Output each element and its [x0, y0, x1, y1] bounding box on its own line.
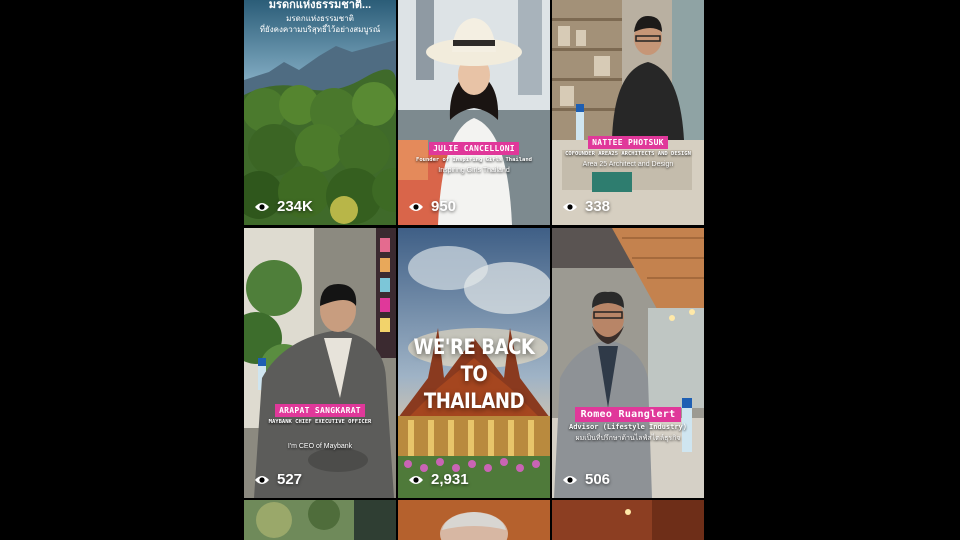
video-tile-temple[interactable]: WE'RE BACK TO THAILAND 2,931 — [398, 228, 550, 498]
person-role: Founder of Inspiring Girls Thailand — [416, 157, 532, 163]
thai-title-line2: ที่ยังคงความบริสุทธิ์ไว้อย่างสมบูรณ์ — [259, 25, 381, 34]
thai-title-top: มรดกแห่งธรรมชาติ... — [268, 0, 372, 11]
person-role: MAYBANK CHIEF EXECUTIVE OFFICER — [268, 419, 372, 425]
headline: WE'RE BACK TO THAILAND — [409, 334, 540, 415]
video-grid: มรดกแห่งธรรมชาติ... มรดกแห่งธรรมชาติ ที่… — [244, 0, 704, 540]
headline-line1: WE'RE BACK — [413, 335, 535, 359]
thai-title-line1: มรดกแห่งธรรมชาติ — [286, 14, 354, 23]
romeo-thumbnail — [552, 228, 704, 498]
arapat-thumbnail — [244, 228, 396, 498]
eye-icon — [409, 475, 423, 484]
partial-thumbnail — [552, 500, 704, 540]
subtitle: I'm CEO of Maybank — [287, 443, 353, 450]
eye-icon — [563, 475, 577, 484]
person-name: JULIE CANCELLONI — [429, 142, 519, 155]
view-count: 527 — [254, 471, 302, 488]
nattee-thumbnail — [552, 0, 704, 225]
video-tile-nattee[interactable]: NATTEE PHOTSUK COFOUNDER AREA25 ARCHITEC… — [552, 0, 704, 225]
view-count-value: 506 — [585, 471, 611, 488]
view-count-value: 950 — [431, 198, 457, 215]
julie-thumbnail — [398, 0, 550, 225]
video-tile-romeo[interactable]: Romeo Ruanglert Advisor (Lifestyle Indus… — [552, 228, 704, 498]
partial-thumbnail — [244, 500, 396, 540]
thai-caption: มรดกแห่งธรรมชาติ... มรดกแห่งธรรมชาติ ที่… — [244, 0, 396, 35]
person-name: NATTEE PHOTSUK — [588, 136, 668, 149]
video-tile-julie[interactable]: JULIE CANCELLONI Founder of Inspiring Gi… — [398, 0, 550, 225]
eye-icon — [255, 202, 269, 211]
video-tile-partial-3[interactable] — [552, 500, 704, 540]
view-count-value: 338 — [585, 198, 611, 215]
view-count: 234K — [254, 198, 313, 215]
headline-line2: TO THAILAND — [423, 362, 525, 413]
video-tile-partial-1[interactable] — [244, 500, 396, 540]
person-name: ARAPAT SANGKARAT — [275, 404, 365, 417]
subtitle: Inspiring Girls Thailand — [438, 167, 510, 174]
name-tag: JULIE CANCELLONI Founder of Inspiring Gi… — [398, 138, 550, 174]
view-count-value: 234K — [277, 198, 313, 215]
subtitle: Area 25 Architect and Design — [582, 161, 674, 168]
name-tag: NATTEE PHOTSUK COFOUNDER AREA25 ARCHITEC… — [552, 132, 704, 168]
eye-icon — [409, 202, 423, 211]
view-count: 506 — [562, 471, 610, 488]
person-role: Advisor (Lifestyle Industry) — [568, 423, 687, 431]
person-name: Romeo Ruanglert — [574, 407, 682, 422]
view-count-value: 527 — [277, 471, 303, 488]
eye-icon — [255, 475, 269, 484]
video-tile-arapat[interactable]: ARAPAT SANGKARAT MAYBANK CHIEF EXECUTIVE… — [244, 228, 396, 498]
view-count: 2,931 — [408, 471, 469, 488]
eye-icon — [563, 202, 577, 211]
video-tile-nature[interactable]: มรดกแห่งธรรมชาติ... มรดกแห่งธรรมชาติ ที่… — [244, 0, 396, 225]
view-count: 338 — [562, 198, 610, 215]
view-count-value: 2,931 — [431, 471, 469, 488]
person-role: COFOUNDER AREA25 ARCHITECTS AND DESIGN — [565, 151, 691, 157]
name-tag: ARAPAT SANGKARAT MAYBANK CHIEF EXECUTIVE… — [244, 400, 396, 450]
partial-thumbnail — [398, 500, 550, 540]
name-tag: Romeo Ruanglert Advisor (Lifestyle Indus… — [552, 404, 704, 444]
video-tile-partial-2[interactable] — [398, 500, 550, 540]
view-count: 950 — [408, 198, 456, 215]
subtitle: ผมเป็นที่ปรึกษาด้านไลฟ์สไตล์ธุรกิจ — [575, 435, 681, 442]
